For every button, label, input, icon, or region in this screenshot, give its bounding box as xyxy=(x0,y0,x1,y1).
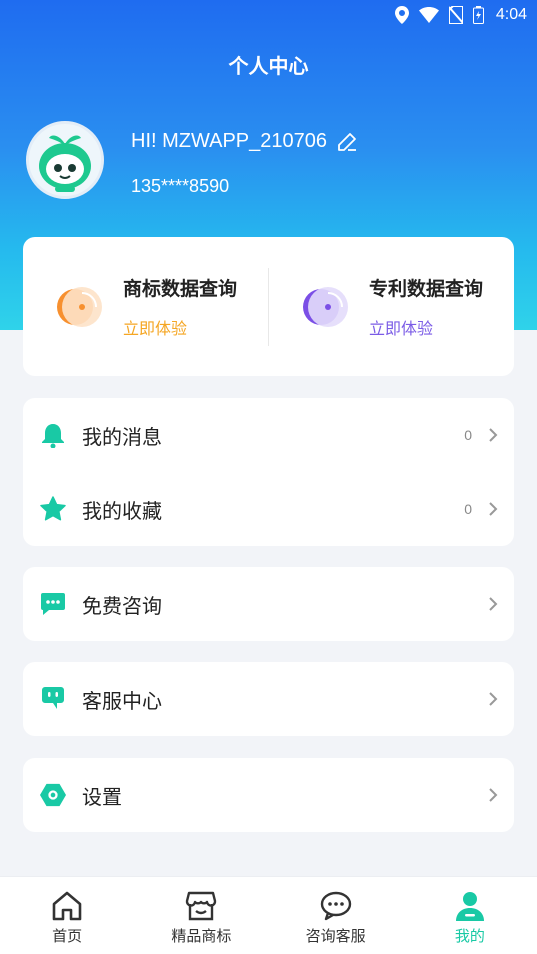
my-favorites-row[interactable]: 我的收藏 0 xyxy=(23,472,514,546)
patent-query-button[interactable]: 专利数据查询 立即体验 xyxy=(269,237,514,376)
phone-number: 135****8590 xyxy=(131,176,230,196)
tab-mine-label: 我的 xyxy=(454,927,485,945)
tab-consult-service-label: 咨询客服 xyxy=(305,927,366,945)
free-consult-card: 免费咨询 xyxy=(23,567,514,641)
edit-icon[interactable] xyxy=(337,132,357,152)
battery-icon xyxy=(472,6,484,24)
mascot-avatar-icon xyxy=(39,135,91,192)
my-messages-count: 0 xyxy=(464,427,472,443)
chevron-right-icon xyxy=(489,692,498,706)
trademark-query-action: 立即体验 xyxy=(123,319,188,338)
settings-icon xyxy=(40,783,66,807)
robot-chat-icon xyxy=(42,687,64,709)
chevron-right-icon xyxy=(489,597,498,611)
service-center-row[interactable]: 客服中心 xyxy=(23,662,514,736)
patent-query-action: 立即体验 xyxy=(369,319,434,338)
chevron-right-icon xyxy=(489,788,498,802)
page-title: 个人中心 xyxy=(228,54,309,78)
trademark-query-title: 商标数据查询 xyxy=(123,278,238,300)
free-consult-label: 免费咨询 xyxy=(82,593,162,618)
store-icon xyxy=(186,891,217,921)
settings-card: 设置 xyxy=(23,758,514,832)
free-consult-row[interactable]: 免费咨询 xyxy=(23,567,514,641)
chevron-right-icon xyxy=(489,502,498,516)
location-icon xyxy=(394,6,409,24)
bottom-tab-bar: 首页 精品商标 咨询客服 我的 xyxy=(0,876,537,954)
trademark-query-icon xyxy=(57,286,102,327)
data-query-card: 商标数据查询 立即体验 专利数据查询 立即体验 xyxy=(23,237,514,376)
patent-query-title: 专利数据查询 xyxy=(369,278,484,300)
tab-trademarks[interactable]: 精品商标 xyxy=(134,877,268,954)
my-favorites-label: 我的收藏 xyxy=(82,498,162,523)
settings-label: 设置 xyxy=(82,784,122,809)
tab-trademarks-label: 精品商标 xyxy=(171,927,232,945)
messages-favorites-card: 我的消息 0 我的收藏 0 xyxy=(23,398,514,546)
tab-mine[interactable]: 我的 xyxy=(403,877,537,954)
patent-query-icon xyxy=(303,286,348,327)
bell-icon xyxy=(42,424,64,448)
my-messages-row[interactable]: 我的消息 0 xyxy=(23,398,514,472)
tab-home[interactable]: 首页 xyxy=(0,877,134,954)
my-messages-label: 我的消息 xyxy=(82,424,162,449)
tab-consult-service[interactable]: 咨询客服 xyxy=(269,877,403,954)
settings-row[interactable]: 设置 xyxy=(23,758,514,832)
my-favorites-count: 0 xyxy=(464,501,472,517)
user-icon xyxy=(455,892,484,921)
star-icon xyxy=(40,496,66,521)
service-center-card: 客服中心 xyxy=(23,662,514,736)
service-center-label: 客服中心 xyxy=(82,688,162,713)
avatar[interactable] xyxy=(26,121,104,199)
trademark-query-button[interactable]: 商标数据查询 立即体验 xyxy=(23,237,268,376)
chat-icon xyxy=(320,891,351,921)
message-dots-icon xyxy=(41,593,65,615)
chevron-right-icon xyxy=(489,428,498,442)
no-sim-icon xyxy=(448,6,463,24)
status-bar: 4:04 xyxy=(0,0,537,30)
wifi-icon xyxy=(418,7,439,23)
username-row[interactable]: HI! MZWAPP_210706 xyxy=(131,130,357,153)
username: HI! MZWAPP_210706 xyxy=(131,130,328,152)
tab-home-label: 首页 xyxy=(52,927,83,945)
home-icon xyxy=(52,891,82,921)
status-time: 4:04 xyxy=(495,6,527,23)
